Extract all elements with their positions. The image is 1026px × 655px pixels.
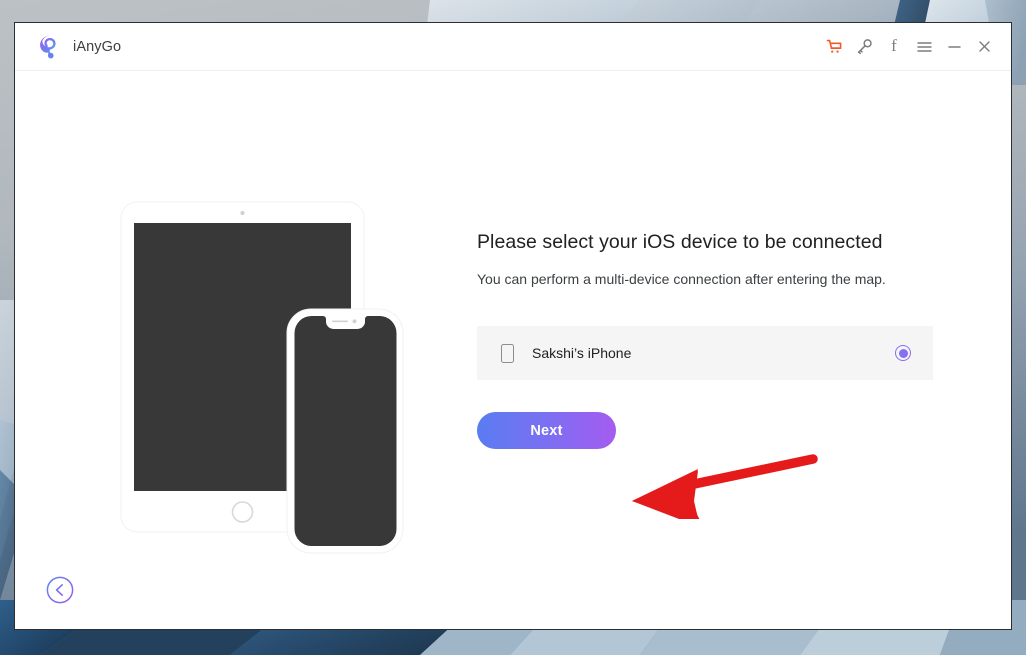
close-icon[interactable] [969,32,999,62]
titlebar: iAnyGo f [15,23,1011,71]
main-content: Please select your iOS device to be conn… [15,71,1011,629]
titlebar-actions: f [819,32,999,62]
device-radio-button[interactable] [895,345,911,362]
device-name: Sakshi’s iPhone [532,345,632,362]
key-icon[interactable] [849,32,879,62]
menu-icon[interactable] [909,32,939,62]
minimize-icon[interactable] [939,32,969,62]
app-brand: iAnyGo [37,34,121,60]
facebook-icon[interactable]: f [879,32,909,62]
cart-icon[interactable] [819,32,849,62]
page-subtitle: You can perform a multi-device connectio… [477,271,886,287]
back-button[interactable] [46,576,74,604]
annotation-arrow [632,454,818,519]
app-title: iAnyGo [73,38,122,55]
device-selection-panel: Please select your iOS device to be conn… [477,231,933,450]
chevron-left-icon [55,584,63,596]
radio-selected-dot [898,348,908,358]
next-button[interactable]: Next [477,412,616,450]
device-list: Sakshi’s iPhone [477,326,933,381]
ipad-and-iphone-illustration [120,201,404,554]
location-pin-gradient-icon [40,35,56,58]
page-title: Please select your iOS device to be conn… [477,231,883,253]
phone-outline-icon [501,343,514,363]
device-list-item[interactable]: Sakshi’s iPhone [477,326,933,381]
ianygo-app-window: iAnyGo f Please select your iOS device t… [14,22,1012,630]
